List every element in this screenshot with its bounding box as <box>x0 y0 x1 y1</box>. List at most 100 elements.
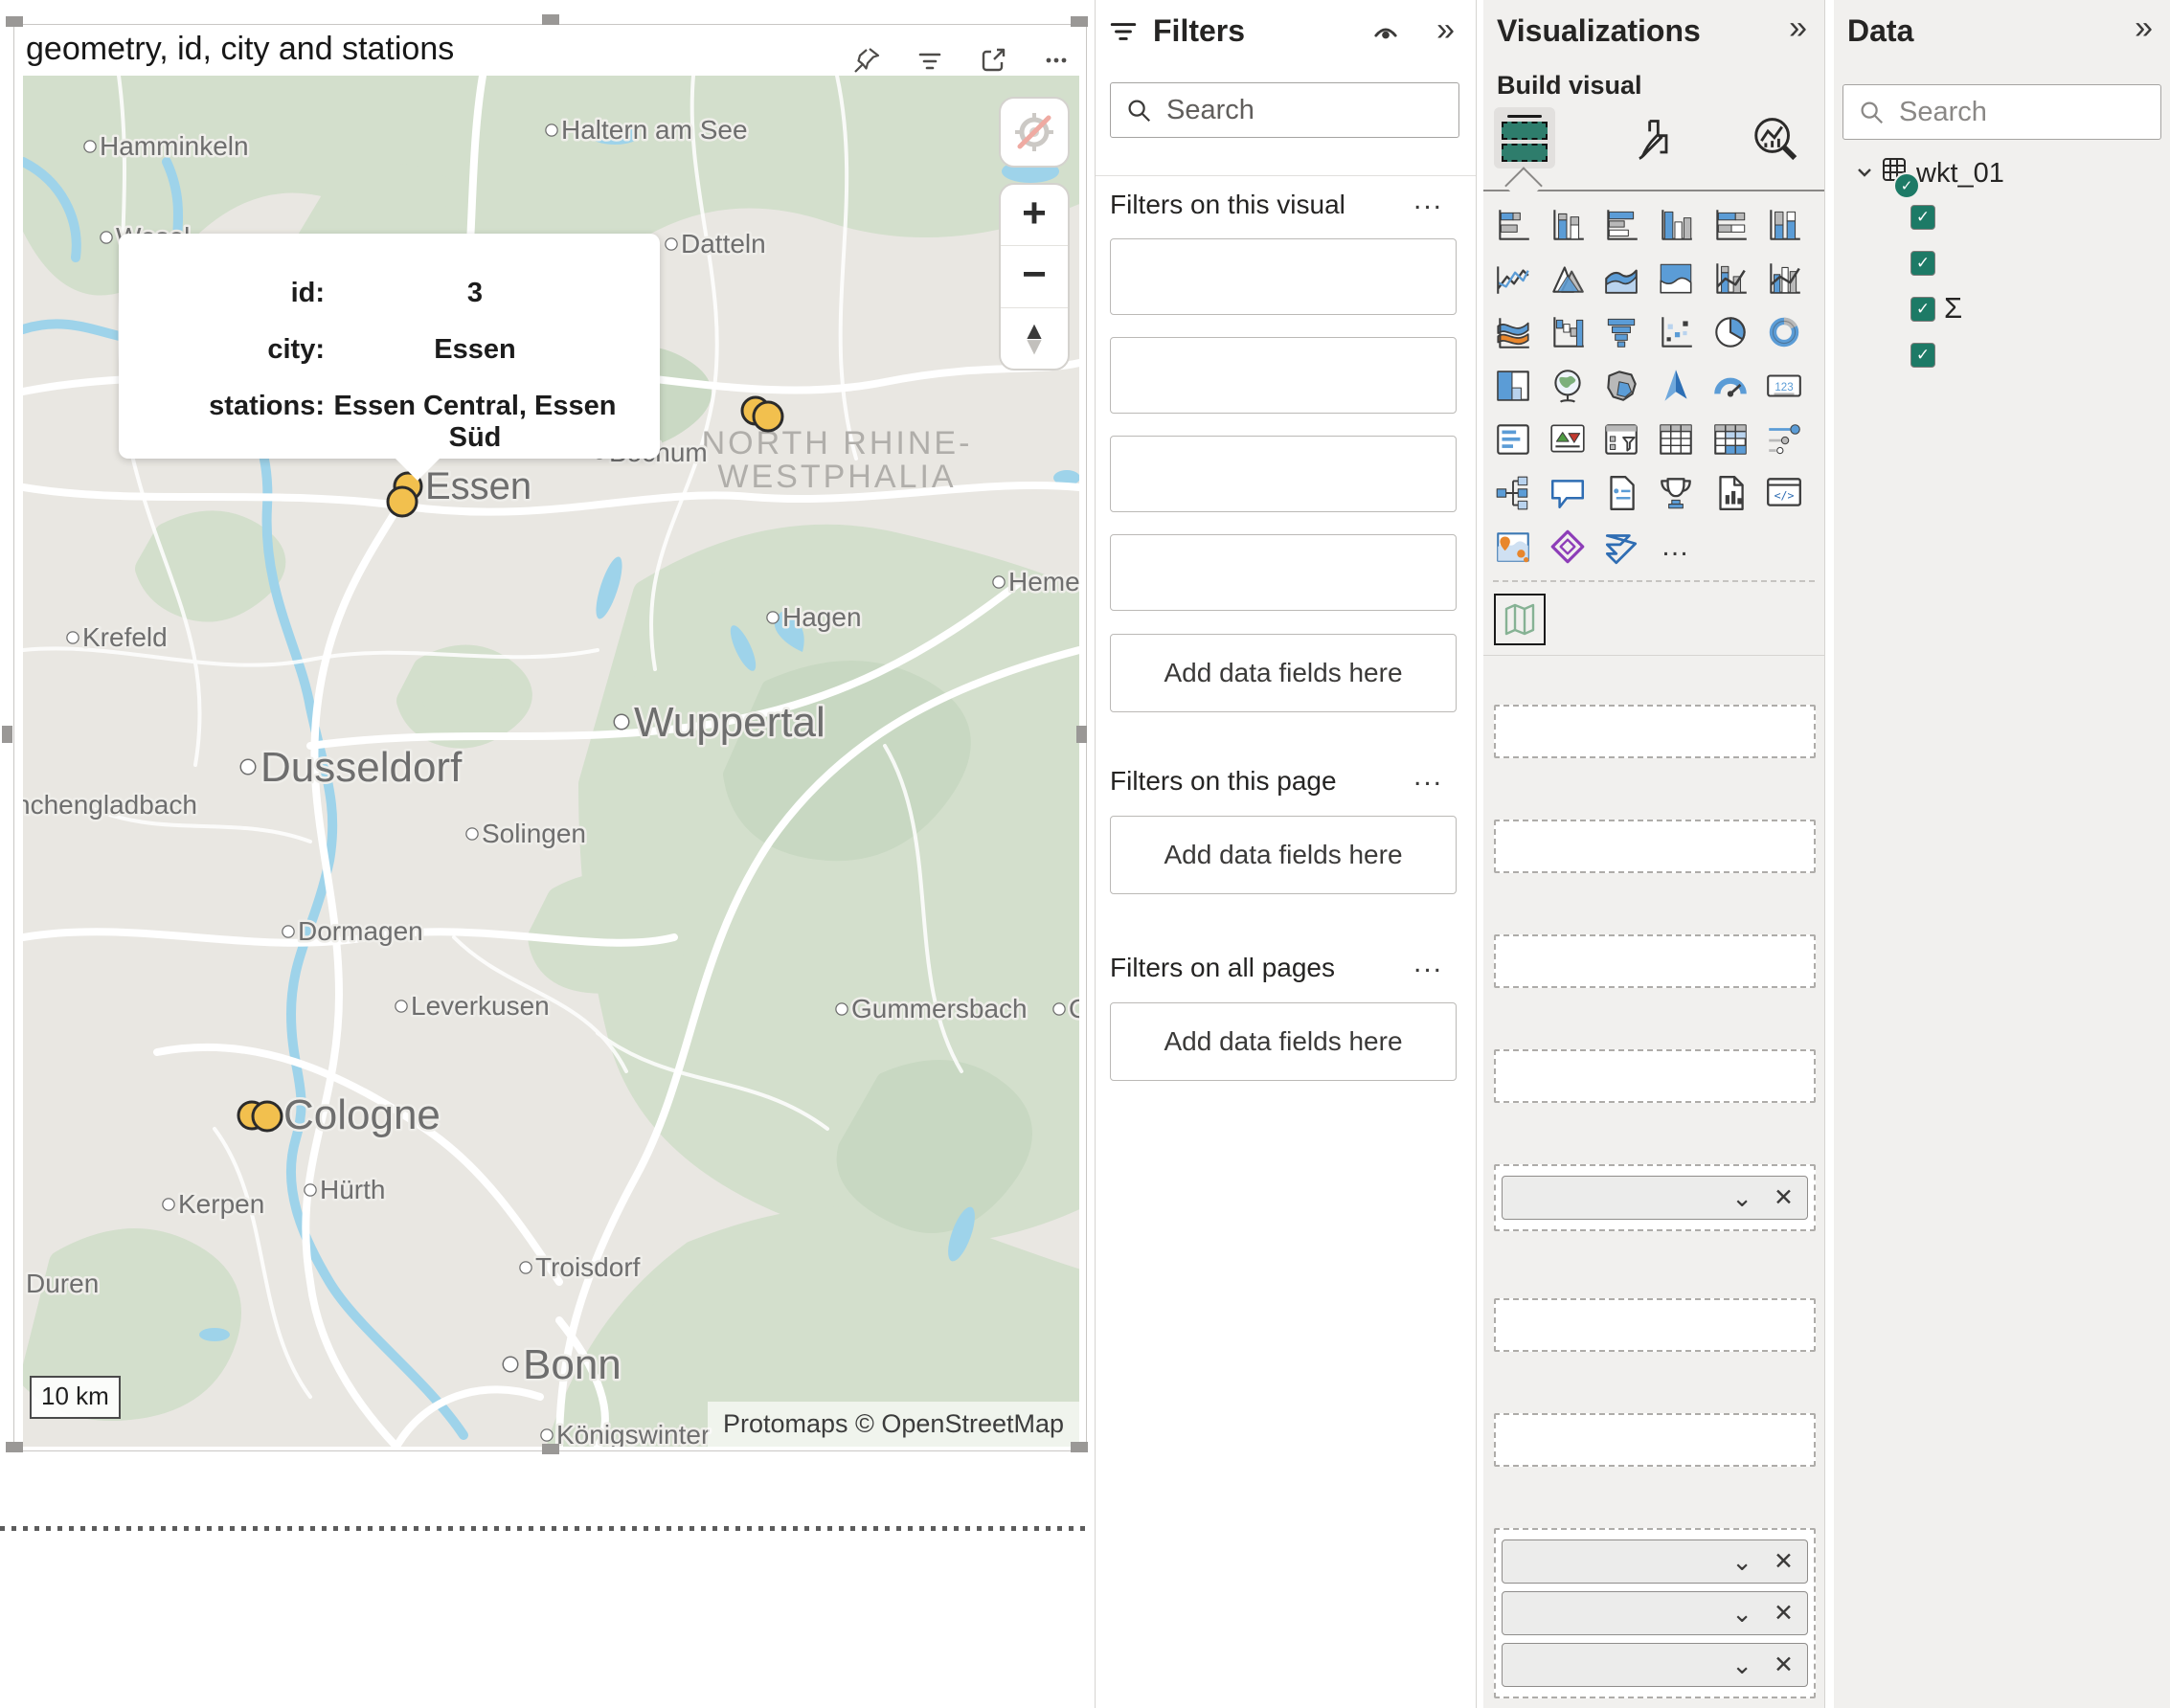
filters-page-dropzone[interactable]: Add data fields here <box>1110 816 1457 894</box>
map-icon[interactable] <box>1548 366 1588 406</box>
icon-map-visual-selected[interactable] <box>1494 594 1546 645</box>
more-visuals-icon[interactable]: … <box>1656 527 1696 567</box>
stacked-column-100-chart-icon[interactable] <box>1764 205 1804 245</box>
resize-handle[interactable] <box>1076 726 1087 743</box>
field-pill-stations[interactable]: ⌄ ✕ <box>1502 1643 1808 1687</box>
q-and-a-icon[interactable] <box>1548 473 1588 513</box>
zoom-in-button[interactable]: + <box>1001 185 1068 246</box>
pie-chart-icon[interactable] <box>1710 312 1751 352</box>
more-icon[interactable] <box>1040 44 1073 77</box>
resize-handle[interactable] <box>542 1444 559 1454</box>
chevron-down-icon[interactable]: ⌄ <box>1731 1183 1752 1213</box>
map-visual[interactable]: geometry, id, city and stations <box>13 24 1087 1451</box>
slicer-icon[interactable] <box>1601 419 1641 460</box>
section-more-icon[interactable]: ... <box>1413 947 1443 979</box>
chevron-down-icon[interactable] <box>1853 161 1876 189</box>
collapse-pane-icon[interactable]: » <box>1436 11 1455 49</box>
stacked-bar-chart-icon[interactable] <box>1493 205 1533 245</box>
filter-card-id[interactable] <box>1110 436 1457 512</box>
script-visual-icon[interactable]: </> <box>1764 473 1804 513</box>
checkbox-checked-icon[interactable]: ✓ <box>1910 205 1935 230</box>
field-pill-city[interactable]: ⌄ ✕ <box>1502 1591 1808 1635</box>
table-icon[interactable] <box>1656 419 1696 460</box>
area-chart-icon[interactable] <box>1548 258 1588 299</box>
section-more-icon[interactable]: ... <box>1413 184 1443 216</box>
filters-all-dropzone[interactable]: Add data fields here <box>1110 1002 1457 1081</box>
data-field-stations[interactable]: ✓ <box>1834 341 2170 383</box>
well-dropzone-longitude[interactable] <box>1494 820 1816 873</box>
filter-card-city[interactable] <box>1110 238 1457 315</box>
build-visual-tab[interactable] <box>1494 107 1555 169</box>
ribbon-chart-icon[interactable] <box>1493 312 1533 352</box>
line-stacked-column-chart-icon[interactable] <box>1710 258 1751 299</box>
field-pill-id[interactable]: ⌄ ✕ <box>1502 1539 1808 1584</box>
kpi-icon[interactable] <box>1548 419 1588 460</box>
collapse-pane-icon[interactable]: » <box>2135 10 2153 47</box>
stacked-bar-100-chart-icon[interactable] <box>1710 205 1751 245</box>
matrix-icon[interactable] <box>1710 419 1751 460</box>
decomposition-tree-icon[interactable] <box>1493 473 1533 513</box>
line-clustered-column-chart-icon[interactable] <box>1764 258 1804 299</box>
data-field-geometry[interactable]: ✓ <box>1834 249 2170 291</box>
power-automate-icon[interactable] <box>1601 527 1641 567</box>
paginated-report-icon[interactable] <box>1710 473 1751 513</box>
checkbox-checked-icon[interactable]: ✓ <box>1910 297 1935 322</box>
checkbox-checked-icon[interactable]: ✓ <box>1910 251 1935 276</box>
expand-icon[interactable] <box>977 44 1009 77</box>
format-visual-tab[interactable] <box>1627 113 1681 167</box>
gauge-icon[interactable] <box>1710 366 1751 406</box>
waterfall-chart-icon[interactable] <box>1548 312 1588 352</box>
chevron-down-icon[interactable]: ⌄ <box>1731 1547 1752 1577</box>
chevron-down-icon[interactable]: ⌄ <box>1731 1651 1752 1680</box>
well-dropzone-color[interactable] <box>1494 1298 1816 1352</box>
stacked-area-100-chart-icon[interactable] <box>1656 258 1696 299</box>
metrics-icon[interactable] <box>1656 473 1696 513</box>
data-search-input[interactable]: Search <box>1842 84 2161 140</box>
compass-toggle-button[interactable] <box>999 97 1070 168</box>
checkbox-checked-icon[interactable]: ✓ <box>1910 343 1935 368</box>
resize-handle[interactable] <box>6 1442 23 1452</box>
funnel-chart-icon[interactable] <box>1601 312 1641 352</box>
filters-search-input[interactable]: Search <box>1110 82 1459 138</box>
stacked-column-chart-icon[interactable] <box>1548 205 1588 245</box>
remove-field-icon[interactable]: ✕ <box>1774 1651 1794 1679</box>
filters-visual-dropzone[interactable]: Add data fields here <box>1110 634 1457 712</box>
section-more-icon[interactable]: ... <box>1413 760 1443 793</box>
resize-handle[interactable] <box>2 726 12 743</box>
well-dropzone-destination-longitude[interactable] <box>1494 1049 1816 1103</box>
power-apps-icon[interactable] <box>1548 527 1588 567</box>
remove-field-icon[interactable]: ✕ <box>1774 1183 1794 1212</box>
treemap-icon[interactable] <box>1493 366 1533 406</box>
arcgis-map-icon[interactable] <box>1493 527 1533 567</box>
donut-chart-icon[interactable] <box>1764 312 1804 352</box>
well-dropzone-destination-latitude[interactable] <box>1494 934 1816 988</box>
azure-map-icon[interactable] <box>1656 366 1696 406</box>
data-field-city[interactable]: ✓ <box>1834 203 2170 245</box>
chevron-down-icon[interactable]: ⌄ <box>1731 1599 1752 1629</box>
resize-handle[interactable] <box>1071 1442 1088 1452</box>
zoom-out-button[interactable]: − <box>1001 246 1068 307</box>
stacked-area-chart-icon[interactable] <box>1601 258 1641 299</box>
pin-icon[interactable] <box>850 44 883 77</box>
filled-map-icon[interactable] <box>1601 366 1641 406</box>
analytics-tab[interactable] <box>1749 113 1802 167</box>
filter-icon[interactable] <box>914 44 946 77</box>
table-row-wkt01[interactable]: ✓ wkt_01 <box>1834 153 2170 195</box>
collapse-pane-icon[interactable]: » <box>1789 10 1807 47</box>
pitch-button[interactable]: ▲▼ <box>1001 308 1068 369</box>
remove-field-icon[interactable]: ✕ <box>1774 1547 1794 1576</box>
scatter-chart-icon[interactable] <box>1656 312 1696 352</box>
card-icon[interactable]: 123 <box>1764 366 1804 406</box>
remove-field-icon[interactable]: ✕ <box>1774 1599 1794 1628</box>
well-dropzone-latitude[interactable] <box>1494 705 1816 758</box>
clustered-bar-chart-icon[interactable] <box>1601 205 1641 245</box>
filter-card-geometry[interactable] <box>1110 337 1457 414</box>
data-field-id[interactable]: ✓ Σ <box>1834 295 2170 337</box>
filter-card-stations[interactable] <box>1110 534 1457 611</box>
field-pill-geometry[interactable]: ⌄ ✕ <box>1502 1176 1808 1220</box>
resize-handle[interactable] <box>6 16 23 27</box>
eye-icon[interactable] <box>1368 17 1403 56</box>
smart-narrative-icon[interactable] <box>1601 473 1641 513</box>
resize-handle[interactable] <box>542 14 559 25</box>
well-dropzone-wkt-geojson[interactable]: ⌄ ✕ <box>1494 1164 1816 1231</box>
